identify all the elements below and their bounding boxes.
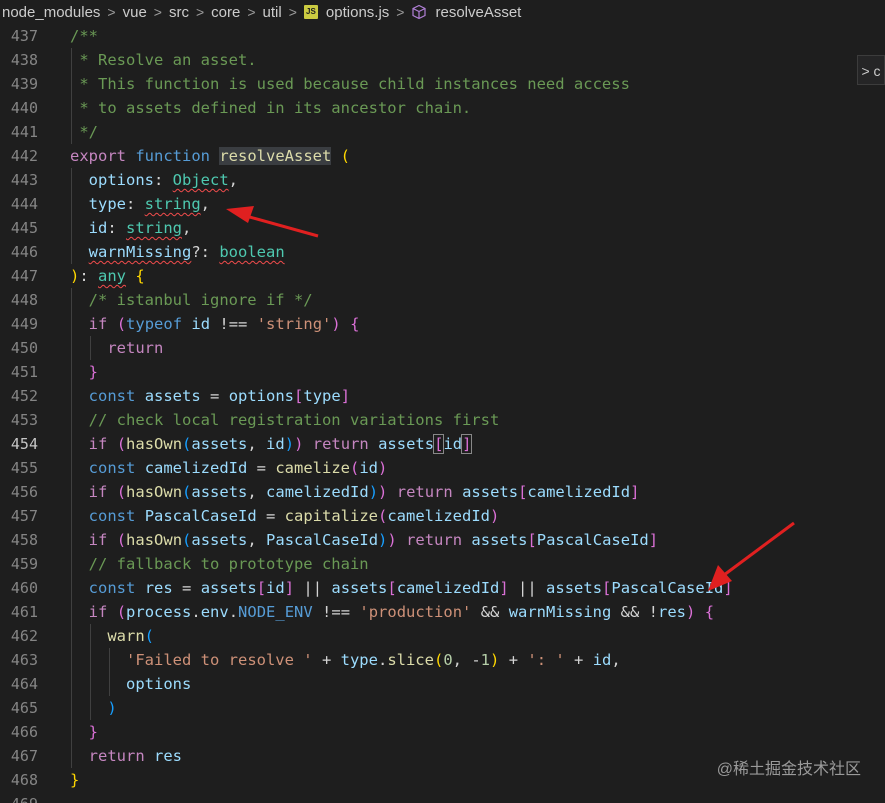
code-line: return bbox=[107, 339, 164, 357]
line-number: 455 bbox=[10, 459, 38, 477]
line-number: 458 bbox=[10, 531, 38, 549]
breadcrumb-core[interactable]: core bbox=[209, 4, 242, 21]
code-line: // check local registration variations f… bbox=[88, 411, 500, 429]
code-line: type: string, bbox=[88, 195, 211, 213]
breadcrumb: node_modules > vue > src > core > util >… bbox=[0, 0, 885, 24]
breadcrumb-node-modules[interactable]: node_modules bbox=[0, 4, 102, 21]
line-number: 438 bbox=[10, 51, 38, 69]
line-number: 442 bbox=[10, 147, 38, 165]
code-line: ): any { bbox=[70, 267, 145, 285]
code-area[interactable]: /** * Resolve an asset. * This function … bbox=[70, 24, 885, 803]
code-line: } bbox=[88, 363, 99, 381]
line-number: 441 bbox=[10, 123, 38, 141]
breadcrumb-separator: > bbox=[247, 4, 256, 20]
line-number: 446 bbox=[10, 243, 38, 261]
code-line: * to assets defined in its ancestor chai… bbox=[70, 99, 472, 117]
breadcrumb-separator: > bbox=[107, 4, 116, 20]
javascript-file-icon: JS bbox=[303, 5, 318, 19]
indent-guide bbox=[71, 168, 72, 264]
code-line: * Resolve an asset. bbox=[70, 51, 257, 69]
indent-guide bbox=[109, 648, 110, 696]
breadcrumb-separator: > bbox=[195, 4, 205, 20]
line-number: 456 bbox=[10, 483, 38, 501]
line-number-gutter: 437 438 439 440 441 442 443 444 445 446 447 448 449 4… bbox=[0, 24, 62, 803]
code-line: if (typeof id !== 'string') { bbox=[88, 315, 360, 333]
watermark: @稀土掘金技术社区 bbox=[716, 761, 861, 778]
breadcrumb-options-js[interactable]: options.js bbox=[324, 4, 391, 21]
breadcrumb-src[interactable]: src bbox=[167, 4, 191, 21]
line-number: 449 bbox=[10, 315, 38, 333]
line-number: 465 bbox=[10, 699, 38, 717]
indent-guide bbox=[71, 48, 72, 144]
line-number: 462 bbox=[10, 627, 38, 645]
code-line: } bbox=[88, 723, 99, 741]
line-number: 461 bbox=[10, 603, 38, 621]
code-line: */ bbox=[70, 123, 98, 141]
code-line: if (process.env.NODE_ENV !== 'production… bbox=[88, 603, 715, 621]
code-line: // fallback to prototype chain bbox=[88, 555, 369, 573]
code-line: options: Object, bbox=[88, 171, 239, 189]
line-number: 453 bbox=[10, 411, 38, 429]
code-line: id: string, bbox=[88, 219, 192, 237]
line-number: 448 bbox=[10, 291, 38, 309]
code-line: if (hasOwn(assets, camelizedId)) return … bbox=[88, 483, 640, 501]
line-number: 460 bbox=[10, 579, 38, 597]
code-editor[interactable]: 437 438 439 440 441 442 443 444 445 446 447 448 449 4… bbox=[0, 24, 885, 803]
line-number: 447 bbox=[10, 267, 38, 285]
line-number: 466 bbox=[10, 723, 38, 741]
indent-guide bbox=[90, 624, 91, 720]
line-number: 437 bbox=[10, 27, 38, 45]
code-line: /** bbox=[70, 27, 98, 45]
code-line: warnMissing?: boolean bbox=[88, 243, 285, 261]
code-line: warn( bbox=[107, 627, 154, 645]
expand-panel-button[interactable]: > c bbox=[857, 55, 885, 85]
line-number: 452 bbox=[10, 387, 38, 405]
indent-guide bbox=[90, 336, 91, 360]
breadcrumb-separator: > bbox=[396, 4, 405, 20]
line-number: 451 bbox=[10, 363, 38, 381]
code-line: if (hasOwn(assets, id)) return assets[id… bbox=[88, 434, 473, 454]
line-number: 439 bbox=[10, 75, 38, 93]
line-number: 450 bbox=[10, 339, 38, 357]
code-line: const PascalCaseId = capitalize(camelize… bbox=[88, 507, 500, 525]
line-number: 468 bbox=[10, 771, 38, 789]
code-line: 'Failed to resolve ' + type.slice(0, -1)… bbox=[126, 651, 621, 669]
code-line: if (hasOwn(assets, PascalCaseId)) return… bbox=[88, 531, 659, 549]
line-number: 469 bbox=[0, 792, 38, 803]
line-number: 440 bbox=[10, 99, 38, 117]
code-line: return res bbox=[88, 747, 183, 765]
code-line: const res = assets[id] || assets[cameliz… bbox=[88, 579, 733, 597]
annotation-arrow-icon bbox=[226, 206, 319, 238]
breadcrumb-separator: > bbox=[153, 4, 162, 20]
breadcrumb-util[interactable]: util bbox=[261, 4, 284, 21]
code-line: const camelizedId = camelize(id) bbox=[88, 459, 388, 477]
code-line: * This function is used because child in… bbox=[70, 75, 630, 93]
method-cube-icon bbox=[412, 4, 427, 20]
code-line: options bbox=[126, 675, 192, 693]
code-line: export function resolveAsset ( bbox=[70, 147, 351, 165]
breadcrumb-vue[interactable]: vue bbox=[121, 4, 149, 21]
code-line: /* istanbul ignore if */ bbox=[88, 291, 313, 309]
line-number: 444 bbox=[10, 195, 38, 213]
line-number: 454 bbox=[10, 435, 38, 453]
code-line: const assets = options[type] bbox=[88, 387, 351, 405]
line-number: 445 bbox=[10, 219, 38, 237]
indent-guide bbox=[71, 288, 72, 768]
breadcrumb-separator: > bbox=[288, 4, 297, 20]
breadcrumb-resolve-asset[interactable]: resolveAsset bbox=[433, 4, 523, 21]
line-number: 443 bbox=[10, 171, 38, 189]
line-number: 463 bbox=[10, 651, 38, 669]
line-number: 464 bbox=[10, 675, 38, 693]
line-number: 459 bbox=[10, 555, 38, 573]
annotation-arrow-icon bbox=[708, 521, 795, 591]
code-line: } bbox=[70, 771, 80, 789]
line-number: 467 bbox=[10, 747, 38, 765]
line-number: 457 bbox=[10, 507, 38, 525]
code-line: ) bbox=[107, 699, 117, 717]
